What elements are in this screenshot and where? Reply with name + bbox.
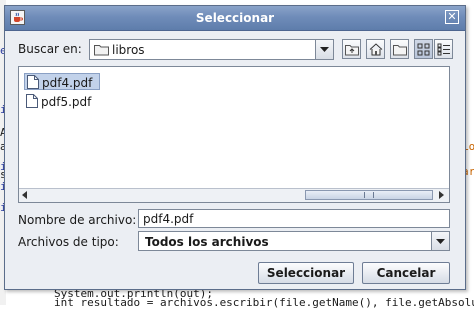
dialog-title: Seleccionar [195, 11, 275, 25]
scrollbar-thumb[interactable] [305, 190, 433, 200]
file-chooser-dialog: Seleccionar ✕ Buscar en: libros pdf4.pdf… [4, 5, 466, 290]
close-button[interactable]: ✕ [445, 10, 459, 24]
arrow-right-icon [439, 191, 444, 199]
up-one-level-button[interactable] [342, 39, 361, 59]
arrow-left-icon [22, 191, 27, 199]
select-button[interactable]: Seleccionar [258, 262, 354, 284]
list-view-button[interactable] [414, 39, 433, 59]
home-icon [369, 43, 383, 56]
file-icon [27, 75, 39, 92]
file-name: pdf5.pdf [41, 95, 92, 109]
file-type-label: Archivos de tipo: [18, 235, 119, 249]
list-view-icon [417, 43, 430, 56]
file-list[interactable]: pdf4.pdf pdf5.pdf [18, 66, 450, 203]
chevron-down-icon [320, 47, 329, 52]
dialog-title-bar[interactable]: Seleccionar ✕ [5, 6, 465, 31]
details-view-icon [437, 43, 450, 56]
list-item[interactable]: pdf5.pdf [24, 93, 100, 110]
list-item[interactable]: pdf4.pdf [24, 73, 100, 90]
cancel-button[interactable]: Cancelar [362, 262, 450, 284]
details-view-button[interactable] [434, 39, 453, 59]
folder-up-icon [345, 45, 359, 56]
file-type-dropdown-arrow[interactable] [431, 232, 449, 250]
folder-icon [94, 43, 109, 59]
new-folder-icon [393, 45, 407, 56]
look-in-combobox[interactable]: libros [89, 39, 334, 60]
file-name-input[interactable] [138, 209, 450, 228]
new-folder-button[interactable] [390, 39, 409, 59]
look-in-value: libros [112, 43, 145, 57]
file-icon [26, 94, 38, 111]
scroll-left-button[interactable] [19, 189, 32, 201]
scroll-right-button[interactable] [436, 189, 449, 201]
home-button[interactable] [366, 39, 385, 59]
look-in-dropdown-arrow[interactable] [315, 40, 333, 59]
chevron-down-icon [436, 239, 445, 244]
horizontal-scrollbar[interactable] [19, 188, 449, 202]
file-name: pdf4.pdf [42, 76, 93, 90]
editor-code-line: int resultado = archivos.escribir(file.g… [54, 296, 474, 309]
look-in-label: Buscar en: [18, 42, 82, 56]
close-icon: ✕ [447, 10, 457, 23]
file-type-combobox[interactable]: Todos los archivos [138, 231, 450, 251]
file-type-value: Todos los archivos [145, 235, 269, 249]
scrollbar-grip [364, 192, 374, 198]
file-name-label: Nombre de archivo: [18, 213, 137, 227]
